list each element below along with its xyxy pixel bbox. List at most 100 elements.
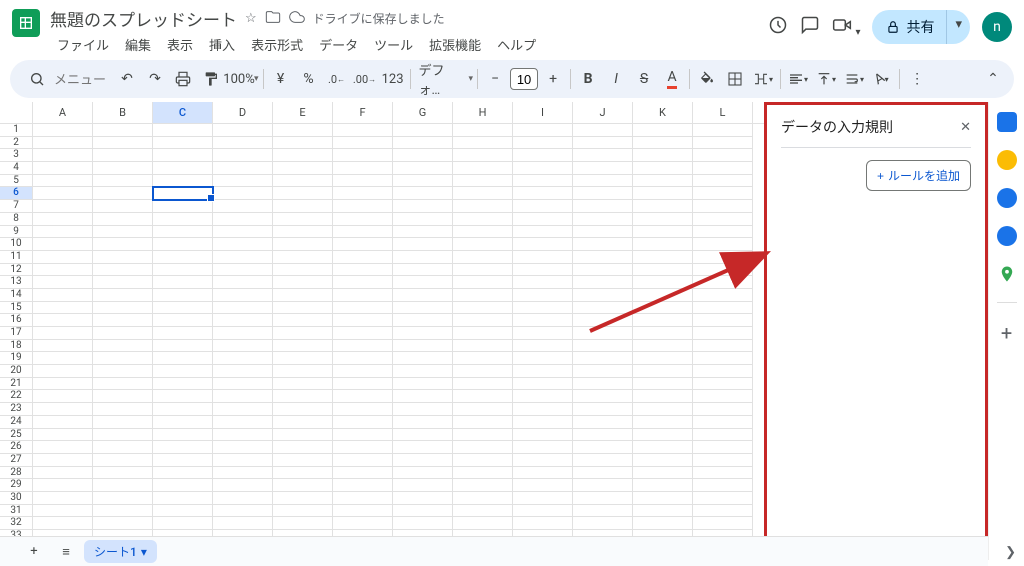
cell[interactable] <box>513 124 573 137</box>
cell[interactable] <box>93 454 153 467</box>
cell[interactable] <box>333 251 393 264</box>
cell[interactable] <box>213 213 273 226</box>
cell[interactable] <box>573 454 633 467</box>
cell[interactable] <box>453 454 513 467</box>
cell[interactable] <box>213 276 273 289</box>
cell[interactable] <box>273 276 333 289</box>
cell[interactable] <box>273 124 333 137</box>
align-button[interactable]: ▾ <box>785 66 811 92</box>
row-header[interactable]: 18 <box>0 340 33 353</box>
cell[interactable] <box>273 149 333 162</box>
cell[interactable] <box>273 226 333 239</box>
cell[interactable] <box>393 365 453 378</box>
cell[interactable] <box>633 149 693 162</box>
cell[interactable] <box>33 403 93 416</box>
cell[interactable] <box>273 187 333 200</box>
cell[interactable] <box>333 517 393 530</box>
cell[interactable] <box>273 403 333 416</box>
cell[interactable] <box>513 416 573 429</box>
cell[interactable] <box>213 162 273 175</box>
cell[interactable] <box>573 365 633 378</box>
cell[interactable] <box>693 429 753 442</box>
cell[interactable] <box>33 162 93 175</box>
all-sheets-button[interactable]: ≡ <box>52 538 80 566</box>
cell[interactable] <box>633 124 693 137</box>
cell[interactable] <box>513 340 573 353</box>
cell[interactable] <box>513 276 573 289</box>
menu-help[interactable]: ヘルプ <box>490 33 543 56</box>
keep-icon[interactable] <box>997 150 1017 170</box>
cell[interactable] <box>573 467 633 480</box>
menu-file[interactable]: ファイル <box>50 33 116 56</box>
menu-tools[interactable]: ツール <box>367 33 420 56</box>
cell[interactable] <box>333 124 393 137</box>
cell[interactable] <box>213 467 273 480</box>
cell[interactable] <box>213 365 273 378</box>
cell[interactable] <box>393 302 453 315</box>
cell[interactable] <box>153 454 213 467</box>
cell[interactable] <box>93 276 153 289</box>
cell[interactable] <box>333 226 393 239</box>
cell[interactable] <box>633 467 693 480</box>
cell[interactable] <box>393 390 453 403</box>
side-panel-toggle[interactable]: ❯ <box>1005 545 1016 560</box>
cell[interactable] <box>33 492 93 505</box>
add-rule-button[interactable]: + ルールを追加 <box>866 160 971 191</box>
addons-plus-icon[interactable]: + <box>1001 321 1012 345</box>
cell[interactable] <box>273 492 333 505</box>
row-header[interactable]: 8 <box>0 213 33 226</box>
row-header[interactable]: 14 <box>0 289 33 302</box>
cell[interactable] <box>153 340 213 353</box>
row-header[interactable]: 20 <box>0 365 33 378</box>
cell[interactable] <box>333 378 393 391</box>
cell[interactable] <box>453 137 513 150</box>
row-header[interactable]: 3 <box>0 149 33 162</box>
cell[interactable] <box>693 264 753 277</box>
cell[interactable] <box>93 187 153 200</box>
cell[interactable] <box>273 302 333 315</box>
cell[interactable] <box>693 200 753 213</box>
cell[interactable] <box>453 162 513 175</box>
cell[interactable] <box>33 365 93 378</box>
cell[interactable] <box>573 289 633 302</box>
cell[interactable] <box>33 251 93 264</box>
cell[interactable] <box>513 251 573 264</box>
cell[interactable] <box>393 175 453 188</box>
tasks-icon[interactable] <box>997 188 1017 208</box>
cell[interactable] <box>273 467 333 480</box>
cell[interactable] <box>393 505 453 518</box>
row-header[interactable]: 19 <box>0 352 33 365</box>
cell[interactable] <box>213 124 273 137</box>
cell[interactable] <box>573 505 633 518</box>
cell[interactable] <box>213 352 273 365</box>
cell[interactable] <box>633 403 693 416</box>
cell[interactable] <box>33 390 93 403</box>
cell[interactable] <box>393 264 453 277</box>
row-header[interactable]: 30 <box>0 492 33 505</box>
row-header[interactable]: 13 <box>0 276 33 289</box>
redo-button[interactable]: ↷ <box>142 66 168 92</box>
column-headers[interactable]: ABCDEFGHIJKL <box>0 102 764 124</box>
cell[interactable] <box>273 390 333 403</box>
cell[interactable] <box>33 378 93 391</box>
row-header[interactable]: 4 <box>0 162 33 175</box>
cell[interactable] <box>333 403 393 416</box>
cell[interactable] <box>393 454 453 467</box>
cell[interactable] <box>213 226 273 239</box>
cell[interactable] <box>453 479 513 492</box>
row-header[interactable]: 28 <box>0 467 33 480</box>
cell[interactable] <box>33 200 93 213</box>
cell[interactable] <box>633 314 693 327</box>
strikethrough-button[interactable]: S <box>631 66 657 92</box>
cell[interactable] <box>693 479 753 492</box>
cell[interactable] <box>93 403 153 416</box>
cell[interactable] <box>273 454 333 467</box>
cell[interactable] <box>513 175 573 188</box>
cell[interactable] <box>453 149 513 162</box>
cell[interactable] <box>513 327 573 340</box>
cell[interactable] <box>693 162 753 175</box>
cell[interactable] <box>453 517 513 530</box>
cell[interactable] <box>393 327 453 340</box>
row-header[interactable]: 6 <box>0 187 33 200</box>
cell[interactable] <box>453 390 513 403</box>
